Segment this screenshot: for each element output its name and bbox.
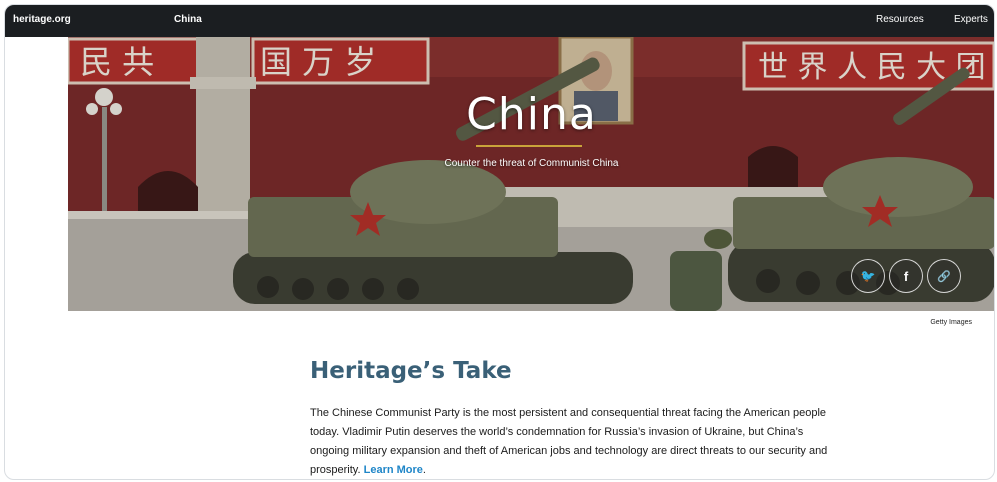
section-body: The Chinese Communist Party is the most … [310, 404, 830, 479]
nav-experts[interactable]: Experts [954, 14, 988, 25]
twitter-share-button[interactable]: 🐦 [851, 259, 885, 293]
twitter-icon: 🐦 [860, 269, 876, 283]
learn-more-link[interactable]: Learn More [364, 464, 423, 476]
facebook-icon: f [903, 268, 909, 284]
nav-resources[interactable]: Resources [876, 14, 924, 25]
hero-title: China [466, 89, 597, 140]
facebook-share-button[interactable]: f [889, 259, 923, 293]
hero-subtitle: Counter the threat of Communist China [444, 158, 619, 169]
link-icon: 🔗 [937, 270, 951, 283]
body-period: . [422, 464, 426, 476]
site-logo[interactable]: heritage.org [13, 14, 71, 25]
copy-link-button[interactable]: 🔗 [927, 259, 961, 293]
browser-frame: heritage.org China Resources Experts 民 共… [4, 4, 995, 480]
section-label[interactable]: China [174, 14, 202, 25]
section-heading: Heritage’s Take [310, 358, 512, 384]
top-nav-bar: heritage.org China Resources Experts [5, 5, 994, 37]
hero-image: 民 共 国 万 岁 世 界 人 民 大 团 [68, 37, 994, 311]
hero-divider [476, 145, 582, 147]
photo-credit: Getty Images [930, 319, 972, 326]
